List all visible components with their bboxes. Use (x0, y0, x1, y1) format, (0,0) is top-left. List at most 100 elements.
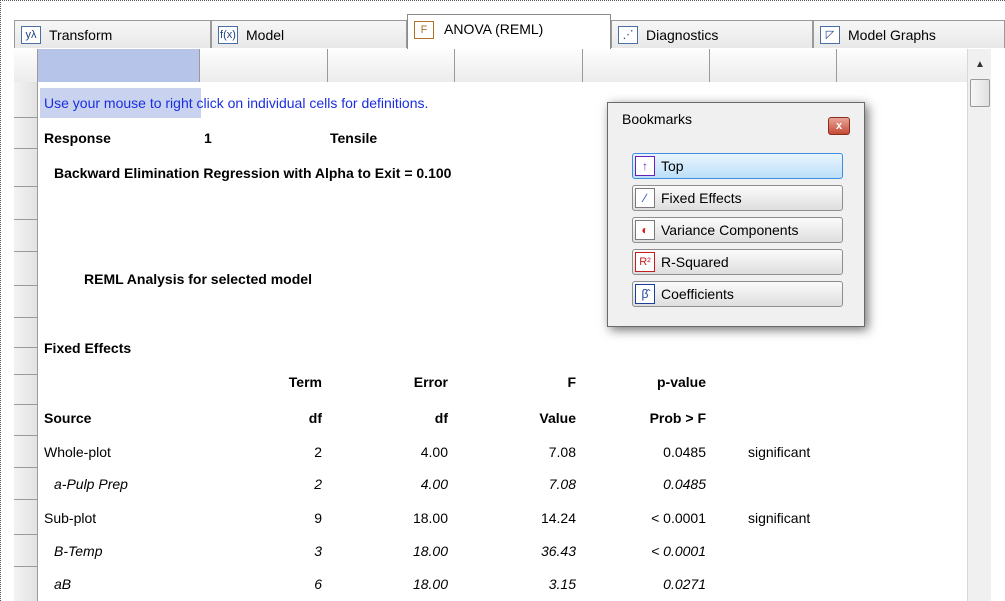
scroll-thumb[interactable] (970, 79, 990, 107)
column-header-4[interactable] (455, 49, 583, 82)
y-lambda-icon: yλ (21, 25, 41, 44)
tab-model[interactable]: f(x) Model (211, 20, 407, 48)
bookmark-coefficients-button[interactable]: β̂ Coefficients (632, 281, 843, 307)
tab-anova-reml[interactable]: F ANOVA (REML) (407, 14, 611, 49)
tab-label: Model (246, 26, 285, 43)
tab-model-graphs[interactable]: ◸ Model Graphs (813, 20, 1005, 48)
model-graphs-icon: ◸ (820, 25, 840, 44)
row-error-df: 18.00 (412, 576, 448, 592)
row-term-df: 6 (314, 576, 322, 592)
row-error-df: 4.00 (420, 476, 448, 492)
row-source: Whole-plot (44, 444, 111, 460)
row-header[interactable] (14, 468, 38, 500)
col-source: Source (44, 410, 92, 426)
row-header[interactable] (14, 149, 38, 187)
row-header[interactable] (14, 436, 38, 468)
col-f: F (567, 374, 576, 390)
column-header-7[interactable] (837, 49, 967, 82)
bookmark-r-squared-button[interactable]: R² R-Squared (632, 249, 843, 275)
row-header[interactable] (14, 375, 38, 405)
selection-method: Backward Elimination Regression with Alp… (54, 165, 452, 181)
row-p-value: < 0.0001 (651, 510, 706, 526)
column-header-6[interactable] (710, 49, 837, 82)
tab-transform[interactable]: yλ Transform (14, 20, 211, 48)
col-error-df: df (434, 410, 448, 426)
close-icon[interactable]: x (828, 117, 850, 135)
anova-icon: F (414, 21, 434, 39)
row-f-value: 3.15 (548, 576, 576, 592)
col-f-value: Value (539, 410, 576, 426)
grid-column-header (14, 49, 967, 82)
fx-icon: f(x) (218, 25, 238, 44)
analysis-title: REML Analysis for selected model (84, 271, 312, 287)
diagnostics-icon: ⋰ (618, 25, 638, 44)
scroll-up-icon[interactable]: ▲ (968, 49, 992, 79)
beta-hat-icon: β̂ (635, 284, 655, 304)
column-header-5[interactable] (583, 49, 710, 82)
row-header[interactable] (14, 252, 38, 286)
row-header[interactable] (14, 348, 38, 375)
bookmark-label: Variance Components (661, 222, 799, 238)
col-term-df: df (308, 410, 322, 426)
row-term-df: 3 (314, 543, 322, 559)
tab-label: Model Graphs (848, 26, 936, 43)
row-significance: significant (748, 510, 811, 526)
row-error-df: 18.00 (412, 510, 448, 526)
bookmarks-panel: Bookmarks x ↑ Top ∕ Fixed Effects ◐ Vari… (607, 102, 865, 327)
row-p-value: 0.0485 (663, 444, 706, 460)
variance-icon: ◐ (635, 220, 655, 240)
bookmark-top-button[interactable]: ↑ Top (632, 153, 843, 179)
row-f-value: 7.08 (548, 444, 576, 460)
row-header[interactable] (14, 82, 38, 118)
row-header[interactable] (14, 535, 38, 567)
vertical-scrollbar[interactable]: ▲ (967, 49, 991, 601)
col-p-value: p-value (656, 374, 706, 390)
bookmark-fixed-effects-button[interactable]: ∕ Fixed Effects (632, 185, 843, 211)
row-error-df: 18.00 (412, 543, 448, 559)
row-term-df: 2 (314, 476, 322, 492)
row-significance: significant (748, 444, 811, 460)
row-p-value: 0.0271 (663, 576, 706, 592)
row-f-value: 7.08 (548, 476, 576, 492)
col-error: Error (413, 374, 448, 390)
r-squared-icon: R² (635, 252, 655, 272)
row-header[interactable] (14, 220, 38, 252)
row-header[interactable] (14, 500, 38, 535)
window-frame-top (0, 0, 1005, 4)
row-header[interactable] (14, 567, 38, 601)
row-source: a-Pulp Prep (54, 476, 128, 492)
row-source: aB (54, 576, 72, 592)
tab-diagnostics[interactable]: ⋰ Diagnostics (611, 20, 813, 48)
tab-label: Transform (49, 26, 113, 43)
tab-bar: yλ Transform f(x) Model F ANOVA (REML) ⋰… (14, 14, 1005, 49)
row-header[interactable] (14, 118, 38, 149)
bookmark-variance-components-button[interactable]: ◐ Variance Components (632, 217, 843, 243)
response-label: Response (44, 130, 111, 146)
column-header-1[interactable] (38, 49, 200, 82)
row-header[interactable] (14, 318, 38, 348)
tab-label: ANOVA (REML) (444, 21, 544, 37)
row-f-value: 14.24 (540, 510, 576, 526)
definitions-hint: Use your mouse to right click on individ… (44, 95, 429, 111)
up-arrow-icon: ↑ (635, 156, 655, 176)
bookmark-label: Top (661, 158, 684, 174)
tab-label: Diagnostics (646, 26, 719, 43)
row-header[interactable] (14, 187, 38, 220)
bookmark-label: Fixed Effects (661, 190, 742, 206)
row-f-value: 36.43 (540, 543, 576, 559)
corner-cell[interactable] (14, 49, 38, 82)
column-header-3[interactable] (328, 49, 455, 82)
row-p-value: 0.0485 (663, 476, 706, 492)
response-name: Tensile (330, 130, 378, 146)
row-header[interactable] (14, 405, 38, 436)
row-term-df: 9 (314, 510, 322, 526)
row-error-df: 4.00 (420, 444, 448, 460)
row-header[interactable] (14, 286, 38, 318)
row-term-df: 2 (314, 444, 322, 460)
slash-icon: ∕ (635, 188, 655, 208)
response-number: 1 (204, 130, 212, 146)
column-header-2[interactable] (200, 49, 328, 82)
row-source: B-Temp (54, 543, 103, 559)
bookmark-label: R-Squared (661, 254, 729, 270)
row-p-value: < 0.0001 (651, 543, 706, 559)
